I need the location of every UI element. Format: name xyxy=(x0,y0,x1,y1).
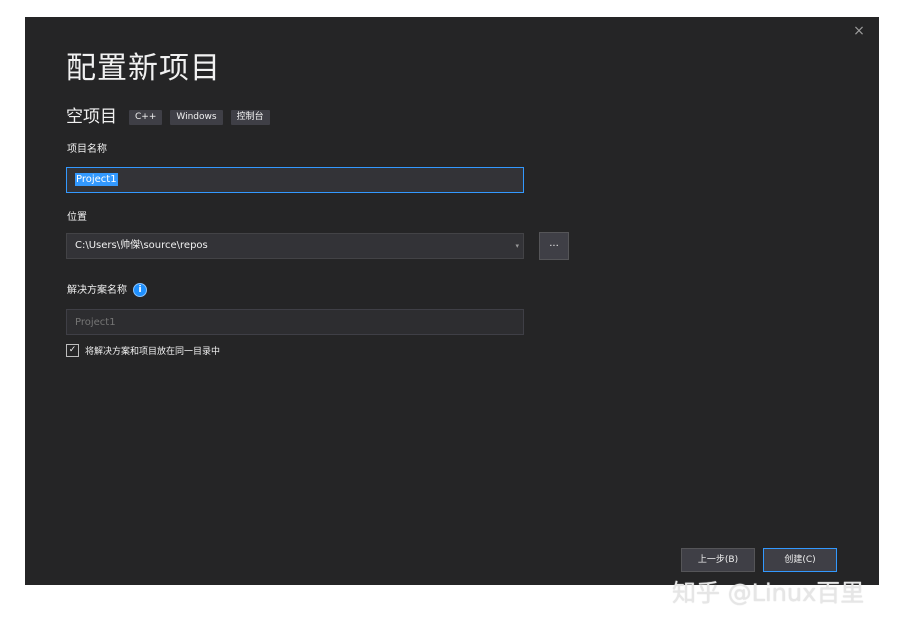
same-directory-option[interactable]: ✓ 将解决方案和项目放在同一目录中 xyxy=(66,344,220,357)
back-button[interactable]: 上一步(B) xyxy=(681,548,755,572)
template-tag-type: 控制台 xyxy=(230,109,270,125)
same-directory-label: 将解决方案和项目放在同一目录中 xyxy=(85,347,221,357)
create-button[interactable]: 创建(C) xyxy=(763,548,837,572)
same-directory-checkbox[interactable]: ✓ xyxy=(66,344,79,357)
project-name-input[interactable]: Project1 xyxy=(66,167,524,193)
project-name-value: Project1 xyxy=(75,173,118,186)
project-name-label: 项目名称 xyxy=(67,144,107,155)
solution-name-label: 解决方案名称 xyxy=(67,285,127,296)
location-combobox[interactable]: C:\Users\帅傑\source\repos ▾ xyxy=(66,233,524,259)
watermark-text: 知乎 @Linux百里 xyxy=(672,579,865,607)
location-value: C:\Users\帅傑\source\repos xyxy=(75,240,208,251)
chevron-down-icon[interactable]: ▾ xyxy=(515,234,519,258)
close-icon[interactable]: × xyxy=(851,21,867,41)
solution-name-input[interactable] xyxy=(66,309,524,335)
page-title: 配置新项目 xyxy=(66,51,221,86)
configure-project-dialog: × 配置新项目 空项目 C++ Windows 控制台 项目名称 Project… xyxy=(25,17,879,585)
info-icon[interactable]: i xyxy=(133,283,147,297)
template-info: 空项目 C++ Windows 控制台 xyxy=(66,105,278,129)
template-name: 空项目 xyxy=(66,107,117,127)
location-label: 位置 xyxy=(67,212,87,223)
template-tag-language: C++ xyxy=(129,109,163,125)
solution-name-label-row: 解决方案名称 i xyxy=(67,283,147,298)
browse-button[interactable]: ... xyxy=(539,232,569,260)
template-tag-platform: Windows xyxy=(170,109,223,125)
